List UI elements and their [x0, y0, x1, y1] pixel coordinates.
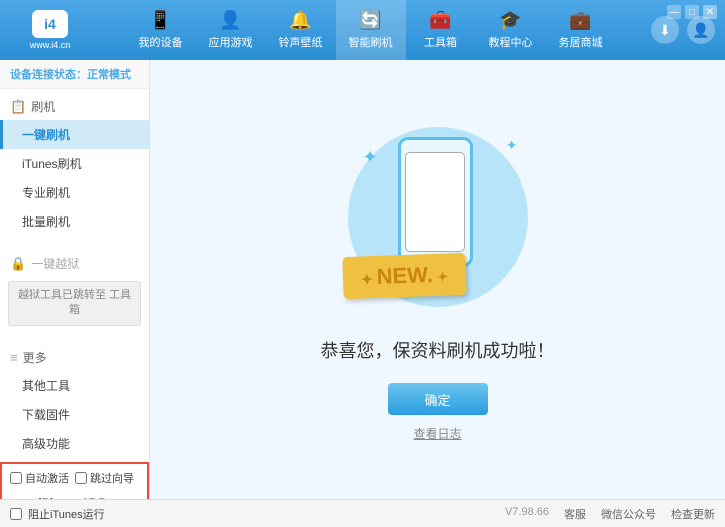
stop-itunes-label: 阻止iTunes运行 — [28, 506, 105, 522]
user-button[interactable]: 👤 — [687, 16, 715, 44]
device-section: 自动激活 跳过向导 📱 iPhone 15 Pro Max 512GB iPho… — [0, 462, 149, 499]
flash-icon: 🔄 — [359, 10, 381, 31]
download-button[interactable]: ⬇ — [651, 16, 679, 44]
confirm-button[interactable]: 确定 — [388, 383, 488, 415]
nav-my-device-label: 我的设备 — [139, 34, 183, 50]
status-bar: 设备连接状态：正常模式 — [0, 60, 149, 89]
header-right: ⬇ 👤 — [651, 16, 715, 44]
guide-activate-label: 跳过向导 — [90, 470, 134, 486]
ringtone-icon: 🔔 — [289, 10, 311, 31]
maximize-button[interactable]: □ — [685, 5, 699, 19]
device-info: 📱 iPhone 15 Pro Max 512GB iPhone — [10, 492, 139, 499]
nav-service[interactable]: 💼 务居商城 — [546, 0, 616, 60]
sidebar-item-download-firmware[interactable]: 下载固件 — [0, 400, 149, 429]
nav-toolbox-label: 工具箱 — [424, 34, 457, 50]
log-link[interactable]: 查看日志 — [413, 425, 461, 442]
auto-activate-row: 自动激活 跳过向导 — [10, 470, 139, 486]
nav-toolbox[interactable]: 🧰 工具箱 — [406, 0, 476, 60]
flash-sec-icon: 📋 — [10, 99, 26, 115]
body: 设备连接状态：正常模式 📋 刷机 一键刷机 iTunes刷机 专业刷机 批量刷机… — [0, 60, 725, 499]
flash-section-label: 刷机 — [31, 98, 55, 115]
device-details: iPhone 15 Pro Max 512GB iPhone — [38, 496, 139, 499]
lock-icon: 🔒 — [10, 256, 26, 272]
nav-tutorial[interactable]: 🎓 教程中心 — [476, 0, 546, 60]
nav-my-device[interactable]: 📱 我的设备 — [126, 0, 196, 60]
stop-itunes-input[interactable] — [10, 508, 22, 520]
footer-link-check-update[interactable]: 检查更新 — [671, 506, 715, 522]
footer-left: 阻止iTunes运行 — [10, 506, 105, 522]
nav-apps-games-label: 应用游戏 — [209, 34, 253, 50]
more-header: ≡ 更多 — [0, 344, 149, 371]
header: i4 www.i4.cn 📱 我的设备 👤 应用游戏 🔔 铃声壁纸 🔄 智能刷机 — [0, 0, 725, 60]
disabled-banner: 越狱工具已跳转至 工具箱 — [8, 281, 141, 326]
phone-illustration: ✦ ✦ NEW. — [338, 117, 538, 317]
nav-apps-games[interactable]: 👤 应用游戏 — [196, 0, 266, 60]
minimize-button[interactable]: — — [667, 5, 681, 19]
logo-icon: i4 — [32, 10, 68, 38]
status-value: 正常模式 — [87, 69, 131, 81]
nav-smart-flash-label: 智能刷机 — [349, 34, 393, 50]
status-label: 设备连接状态： — [10, 69, 87, 81]
phone-body — [398, 137, 473, 267]
auto-activate-label: 自动激活 — [25, 470, 69, 486]
more-label: 更多 — [23, 349, 47, 366]
nav-bar: 📱 我的设备 👤 应用游戏 🔔 铃声壁纸 🔄 智能刷机 🧰 工具箱 🎓 — [90, 0, 651, 60]
jailbreak-label: 一键越狱 — [31, 255, 79, 272]
footer-link-wechat[interactable]: 微信公众号 — [601, 506, 656, 522]
nav-smart-flash[interactable]: 🔄 智能刷机 — [336, 0, 406, 60]
toolbox-icon: 🧰 — [429, 10, 451, 31]
auto-activate-checkbox[interactable]: 自动激活 — [10, 470, 69, 486]
tutorial-icon: 🎓 — [499, 10, 521, 31]
sidebar-item-pro-flash[interactable]: 专业刷机 — [0, 178, 149, 207]
sparkle-tr-icon: ✦ — [506, 137, 518, 154]
sidebar-item-itunes-flash[interactable]: iTunes刷机 — [0, 149, 149, 178]
nav-ringtone[interactable]: 🔔 铃声壁纸 — [266, 0, 336, 60]
version-label: V7.98.66 — [505, 506, 549, 522]
guide-activate-input[interactable] — [75, 472, 87, 484]
nav-ringtone-label: 铃声壁纸 — [279, 34, 323, 50]
phone-screen — [405, 152, 465, 252]
footer-right: V7.98.66 客服 微信公众号 检查更新 — [505, 506, 715, 522]
sparkle-tl-icon: ✦ — [363, 147, 378, 168]
nav-tutorial-label: 教程中心 — [489, 34, 533, 50]
jailbreak-header: 🔒 一键越狱 — [0, 250, 149, 277]
success-message: 恭喜您，保资料刷机成功啦！ — [321, 337, 555, 363]
nav-service-label: 务居商城 — [559, 34, 603, 50]
device-name: iPhone 15 Pro Max — [38, 496, 139, 499]
apps-icon: 👤 — [219, 10, 241, 31]
footer: 阻止iTunes运行 V7.98.66 客服 微信公众号 检查更新 — [0, 499, 725, 527]
close-button[interactable]: ✕ — [703, 5, 717, 19]
footer-link-desktop[interactable]: 客服 — [564, 506, 586, 522]
auto-activate-input[interactable] — [10, 472, 22, 484]
service-icon: 💼 — [569, 10, 591, 31]
device-icon: 📱 — [149, 10, 171, 31]
app-logo[interactable]: i4 www.i4.cn — [10, 5, 90, 55]
guide-activate-checkbox[interactable]: 跳过向导 — [75, 470, 134, 486]
flash-section-header: 📋 刷机 — [0, 93, 149, 120]
sidebar-item-advanced[interactable]: 高级功能 — [0, 429, 149, 458]
stop-itunes-checkbox[interactable]: 阻止iTunes运行 — [10, 506, 105, 522]
flash-section: 📋 刷机 一键刷机 iTunes刷机 专业刷机 批量刷机 — [0, 89, 149, 240]
sidebar-item-one-key-flash[interactable]: 一键刷机 — [0, 120, 149, 149]
main-content: ✦ ✦ NEW. 恭喜您，保资料刷机成功啦！ 确定 查看日志 — [150, 60, 725, 499]
logo-url: www.i4.cn — [30, 40, 71, 50]
more-section: ≡ 更多 其他工具 下载固件 高级功能 — [0, 340, 149, 462]
sidebar-item-batch-flash[interactable]: 批量刷机 — [0, 207, 149, 236]
sidebar-item-other-tools[interactable]: 其他工具 — [0, 371, 149, 400]
jailbreak-section: 🔒 一键越狱 越狱工具已跳转至 工具箱 — [0, 246, 149, 334]
sidebar: 设备连接状态：正常模式 📋 刷机 一键刷机 iTunes刷机 专业刷机 批量刷机… — [0, 60, 150, 499]
more-icon: ≡ — [10, 350, 18, 365]
new-badge: NEW. — [342, 253, 467, 299]
